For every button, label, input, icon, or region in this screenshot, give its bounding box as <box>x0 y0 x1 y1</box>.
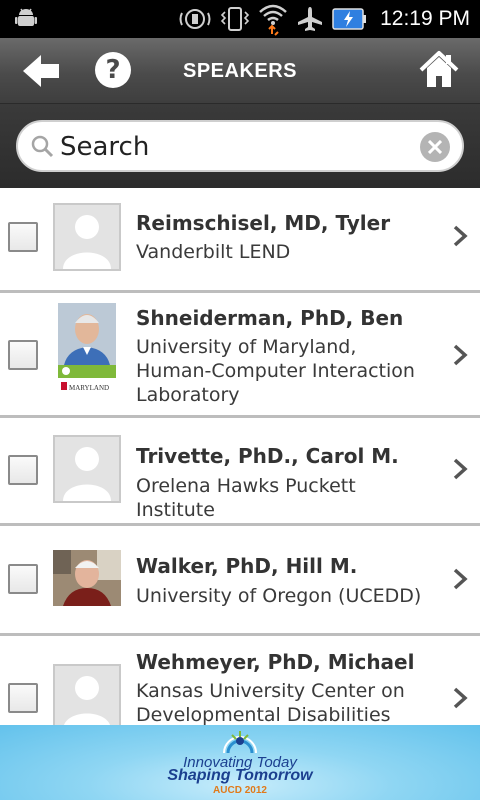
speaker-name: Reimschisel, MD, Tyler <box>136 211 391 235</box>
chevron-right-icon <box>453 458 468 480</box>
speaker-name: Wehmeyer, PhD, Michael <box>136 650 415 674</box>
speaker-org: University of Maryland, Human-Computer I… <box>136 336 415 406</box>
chevron-right-icon <box>453 344 468 366</box>
clear-search-button[interactable] <box>420 132 450 162</box>
list-item[interactable]: Wehmeyer, PhD, Michael Kansas University… <box>0 636 480 725</box>
phone-vibrate-icon <box>220 7 250 31</box>
speaker-org: Orelena Hawks Puckett Institute <box>136 475 356 521</box>
wifi-icon <box>259 4 287 36</box>
speaker-name: Shneiderman, PhD, Ben <box>136 306 404 330</box>
page-title: SPEAKERS <box>182 60 298 82</box>
list-item[interactable]: Walker, PhD, Hill M. University of Orego… <box>0 526 480 636</box>
speaker-name: Walker, PhD, Hill M. <box>136 554 358 578</box>
vibrate-icon <box>179 9 211 29</box>
home-icon[interactable] <box>418 50 460 90</box>
conference-logo-icon <box>223 731 257 754</box>
avatar-placeholder <box>53 664 121 725</box>
list-item[interactable]: Reimschisel, MD, Tyler Vanderbilt LEND <box>0 188 480 293</box>
chevron-right-icon <box>453 225 468 247</box>
search-input[interactable] <box>60 128 410 166</box>
maryland-card-text: MARYLAND <box>69 384 109 392</box>
person-silhouette-icon <box>63 215 111 269</box>
person-silhouette-icon <box>64 676 110 725</box>
search-bar <box>0 104 480 188</box>
banner-line-2: Shaping Tomorrow <box>167 767 313 784</box>
speaker-photo: MARYLAND <box>58 303 116 395</box>
select-checkbox[interactable] <box>8 222 38 252</box>
speaker-name: Trivette, PhD., Carol M. <box>136 444 399 468</box>
speaker-list: Reimschisel, MD, Tyler Vanderbilt LEND M… <box>0 188 480 725</box>
chevron-right-icon <box>453 568 468 590</box>
select-checkbox[interactable] <box>8 564 38 594</box>
back-arrow-icon[interactable] <box>20 52 62 90</box>
search-icon <box>31 135 54 158</box>
help-button[interactable]: ? <box>95 52 131 88</box>
status-bar: 12:19 PM <box>0 0 480 38</box>
chevron-right-icon <box>453 687 468 709</box>
android-debug-icon <box>15 8 37 26</box>
select-checkbox[interactable] <box>8 683 38 713</box>
avatar-placeholder <box>53 435 121 503</box>
list-item[interactable]: MARYLAND Shneiderman, PhD, Ben Universit… <box>0 293 480 418</box>
speaker-org: Kansas University Center on Developmenta… <box>136 680 405 725</box>
list-item[interactable]: Trivette, PhD., Carol M. Orelena Hawks P… <box>0 418 480 526</box>
speaker-photo <box>53 550 121 606</box>
battery-charging-icon <box>332 8 367 30</box>
select-checkbox[interactable] <box>8 340 38 370</box>
conference-banner[interactable]: Innovating Today Shaping Tomorrow AUCD 2… <box>0 725 480 800</box>
person-silhouette-icon <box>63 447 111 501</box>
select-checkbox[interactable] <box>8 455 38 485</box>
search-box[interactable] <box>16 120 464 172</box>
title-bar: ? SPEAKERS <box>0 38 480 104</box>
clock: 12:19 PM <box>380 7 470 30</box>
avatar-placeholder <box>53 203 121 271</box>
speaker-org: University of Oregon (UCEDD) <box>136 585 422 607</box>
banner-line-3: AUCD 2012 <box>213 785 267 796</box>
airplane-icon <box>298 7 323 31</box>
close-icon <box>428 140 442 154</box>
speaker-org: Vanderbilt LEND <box>136 241 291 263</box>
